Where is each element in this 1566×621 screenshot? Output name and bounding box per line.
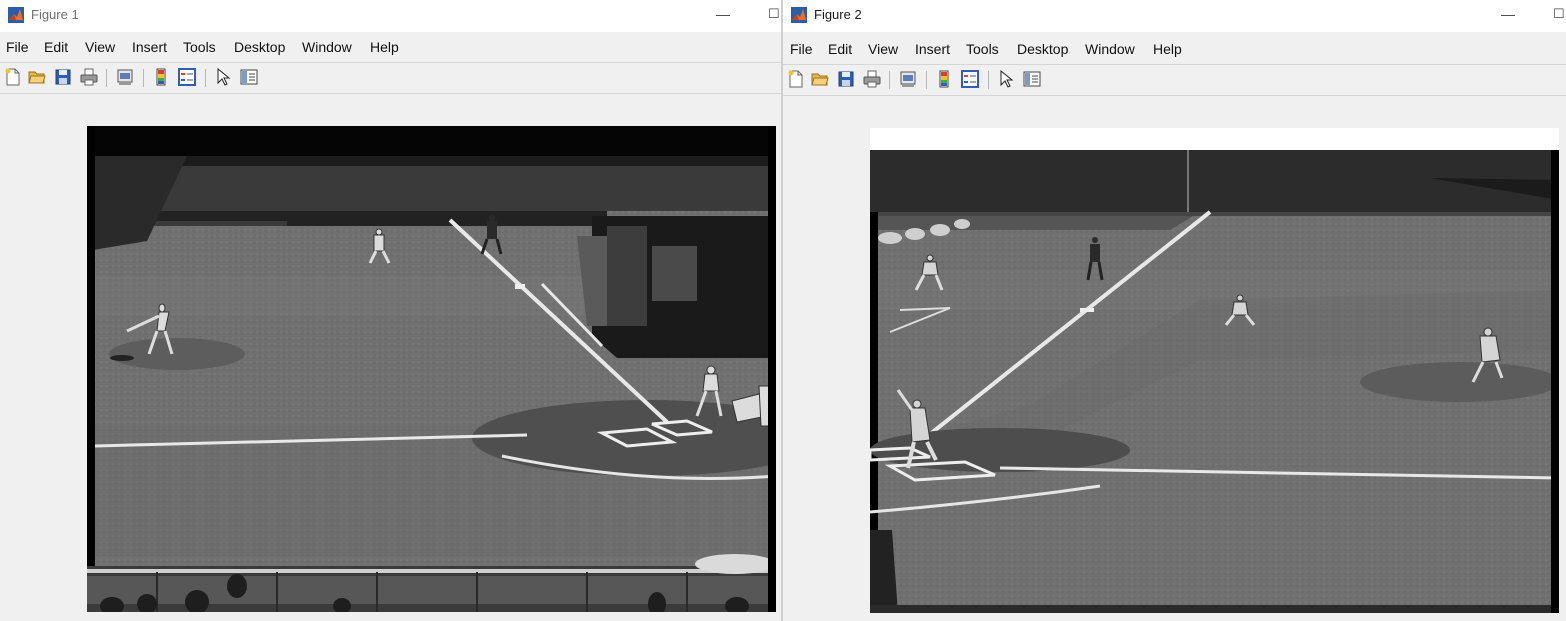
minimize-button[interactable]: — [716, 6, 730, 22]
menu-window[interactable]: Window [1085, 41, 1135, 57]
print-preview-icon[interactable] [116, 68, 134, 86]
pointer-icon[interactable] [214, 68, 232, 86]
menu-bar: File Edit View Insert Tools Desktop Wind… [0, 36, 781, 60]
video-frame-image [87, 126, 776, 612]
new-figure-icon[interactable] [787, 70, 805, 88]
menu-insert[interactable]: Insert [132, 39, 167, 55]
menu-help[interactable]: Help [370, 39, 399, 55]
toolbar-separator [143, 69, 144, 87]
property-inspector-icon[interactable] [240, 68, 258, 86]
toolbar-separator [205, 69, 206, 87]
menu-desktop[interactable]: Desktop [1017, 41, 1068, 57]
matlab-icon [8, 7, 24, 23]
print-preview-icon[interactable] [899, 70, 917, 88]
menu-view[interactable]: View [868, 41, 898, 57]
figure-2-window: Figure 2 — ☐ File Edit View Insert Tools… [783, 0, 1566, 621]
menu-desktop[interactable]: Desktop [234, 39, 285, 55]
window-title: Figure 2 [814, 7, 862, 22]
print-icon[interactable] [80, 68, 98, 86]
save-icon[interactable] [54, 68, 72, 86]
property-inspector-icon[interactable] [1023, 70, 1041, 88]
figure-1-window: Figure 1 — ☐ File Edit View Insert Tools… [0, 0, 781, 621]
menu-help[interactable]: Help [1153, 41, 1182, 57]
menu-view[interactable]: View [85, 39, 115, 55]
open-file-icon[interactable] [28, 68, 46, 86]
maximize-button[interactable]: ☐ [1553, 6, 1565, 22]
legend-icon[interactable] [961, 70, 979, 88]
maximize-button[interactable]: ☐ [768, 6, 780, 22]
menu-edit[interactable]: Edit [828, 41, 852, 57]
menu-file[interactable]: File [790, 41, 813, 57]
legend-icon[interactable] [178, 68, 196, 86]
menu-insert[interactable]: Insert [915, 41, 950, 57]
toolbar-separator [106, 69, 107, 87]
print-icon[interactable] [863, 70, 881, 88]
toolbar-separator [926, 71, 927, 89]
axes-background [870, 128, 1559, 150]
toolbar-separator [988, 71, 989, 89]
menu-tools[interactable]: Tools [966, 41, 999, 57]
new-figure-icon[interactable] [4, 68, 22, 86]
title-bar[interactable]: Figure 1 — ☐ [0, 0, 781, 32]
menu-tools[interactable]: Tools [183, 39, 216, 55]
video-frame-image [870, 150, 1559, 613]
colorbar-icon[interactable] [935, 70, 953, 88]
figure-toolbar [0, 62, 781, 94]
menu-bar: File Edit View Insert Tools Desktop Wind… [783, 38, 1566, 62]
open-file-icon[interactable] [811, 70, 829, 88]
title-bar[interactable]: Figure 2 — ☐ [783, 0, 1566, 32]
pointer-icon[interactable] [997, 70, 1015, 88]
toolbar-separator [889, 71, 890, 89]
figure-toolbar [783, 64, 1566, 96]
matlab-icon [791, 7, 807, 23]
colorbar-icon[interactable] [152, 68, 170, 86]
menu-window[interactable]: Window [302, 39, 352, 55]
minimize-button[interactable]: — [1501, 6, 1515, 22]
save-icon[interactable] [837, 70, 855, 88]
menu-file[interactable]: File [6, 39, 29, 55]
window-title: Figure 1 [31, 7, 79, 22]
menu-edit[interactable]: Edit [44, 39, 68, 55]
